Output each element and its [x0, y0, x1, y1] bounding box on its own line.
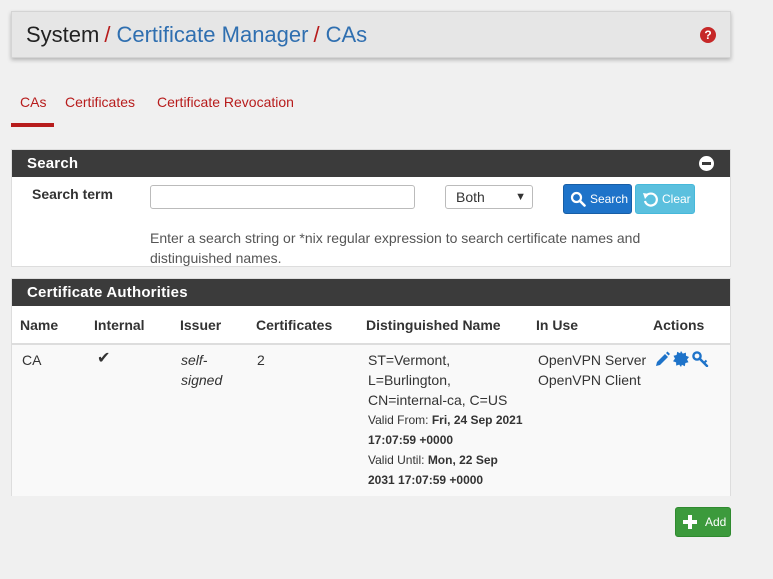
- add-button[interactable]: Add: [675, 507, 731, 537]
- valid-until-time: 2031 17:07:59 +0000: [368, 470, 528, 490]
- dn-line: L=Burlington,: [368, 372, 451, 388]
- page-header: System / Certificate Manager / CAs ?: [11, 11, 731, 58]
- valid-from-time: 17:07:59 +0000: [368, 430, 528, 450]
- ca-panel-title: Certificate Authorities: [27, 284, 188, 301]
- ca-distinguished-name-cell: ST=Vermont, L=Burlington, CN=internal-ca…: [368, 350, 528, 490]
- valid-until-value: Mon, 22 Sep: [427, 453, 498, 467]
- ca-certificates-count: 2: [257, 352, 265, 368]
- column-header-issuer: Issuer: [180, 317, 222, 333]
- search-scope-select[interactable]: Both ▼: [445, 185, 533, 209]
- tab-certificate-revocation[interactable]: Certificate Revocation: [157, 94, 294, 110]
- in-use-item: OpenVPN Client: [538, 372, 641, 388]
- edit-pencil-icon[interactable]: [655, 351, 670, 367]
- ca-panel-header: Certificate Authorities: [12, 279, 730, 306]
- column-header-distinguished-name: Distinguished Name: [366, 317, 501, 333]
- dn-line: ST=Vermont,: [368, 352, 451, 368]
- search-icon: [570, 191, 586, 207]
- minus-circle-icon[interactable]: [699, 156, 714, 171]
- valid-until-value-time: 2031 17:07:59 +0000: [368, 473, 484, 487]
- search-input[interactable]: [150, 185, 415, 209]
- certificate-authorities-panel: Certificate Authorities Name Internal Is…: [11, 278, 731, 496]
- column-header-actions: Actions: [653, 317, 705, 333]
- key-icon[interactable]: [692, 351, 709, 367]
- tab-cas[interactable]: CAs: [20, 94, 46, 110]
- breadcrumb-system: System: [26, 22, 100, 47]
- column-header-in-use: In Use: [536, 317, 579, 333]
- active-tab-indicator: [11, 123, 54, 127]
- valid-from-value: Fri, 24 Sep 2021: [431, 413, 523, 427]
- search-scope-value: Both: [456, 189, 485, 205]
- ca-issuer-cell: self- signed: [181, 350, 222, 390]
- breadcrumb: System / Certificate Manager / CAs: [26, 22, 367, 48]
- issuer-line: self-: [181, 352, 208, 368]
- tab-certificates[interactable]: Certificates: [65, 94, 135, 110]
- ca-in-use-cell: OpenVPN Server OpenVPN Client: [538, 350, 646, 390]
- valid-from: Valid From: Fri, 24 Sep 2021: [368, 410, 528, 430]
- search-help-text: Enter a search string or *nix regular ex…: [150, 230, 641, 266]
- search-panel-header: Search: [12, 150, 730, 177]
- search-term-label: Search term: [32, 186, 113, 202]
- search-panel-title: Search: [27, 155, 79, 172]
- search-panel: Search Search term Both ▼ Search Clear E…: [11, 149, 731, 267]
- valid-from-label: Valid From:: [368, 413, 429, 427]
- breadcrumb-separator: /: [104, 22, 111, 47]
- column-header-certificates: Certificates: [256, 317, 333, 333]
- checkmark-icon: ✔: [97, 350, 111, 367]
- undo-icon: [643, 192, 658, 207]
- in-use-item: OpenVPN Server: [538, 352, 647, 368]
- search-button[interactable]: Search: [563, 184, 632, 214]
- column-header-name: Name: [20, 317, 59, 333]
- ca-name-cell: CA: [22, 352, 42, 368]
- valid-until: Valid Until: Mon, 22 Sep: [368, 450, 528, 470]
- clear-button[interactable]: Clear: [635, 184, 695, 214]
- issuer-line: signed: [181, 372, 223, 388]
- breadcrumb-separator: /: [313, 22, 320, 47]
- question-circle-icon[interactable]: ?: [700, 27, 716, 43]
- column-header-internal: Internal: [94, 317, 145, 333]
- certificate-badge-icon[interactable]: [673, 351, 689, 367]
- plus-icon: [683, 515, 697, 529]
- clear-button-label: Clear: [662, 192, 691, 206]
- breadcrumb-certificate-manager[interactable]: Certificate Manager: [116, 22, 308, 47]
- valid-until-label: Valid Until:: [368, 453, 425, 467]
- search-button-label: Search: [590, 192, 629, 206]
- add-button-label: Add: [705, 515, 727, 529]
- dn-line: CN=internal-ca, C=US: [368, 392, 508, 408]
- breadcrumb-cas[interactable]: CAs: [326, 22, 368, 47]
- chevron-down-icon: ▼: [515, 191, 526, 203]
- valid-from-value-time: 17:07:59 +0000: [368, 433, 454, 447]
